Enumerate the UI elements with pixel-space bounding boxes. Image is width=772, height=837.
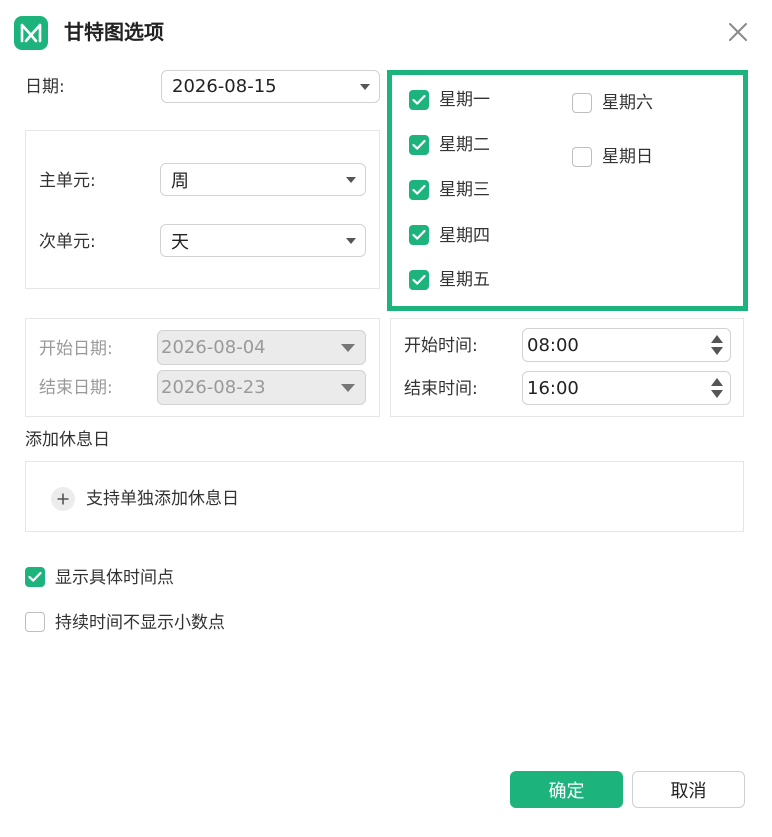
check-icon	[412, 184, 426, 195]
plus-icon[interactable]	[51, 487, 75, 511]
secondary-unit-value: 天	[171, 231, 189, 253]
add-holiday-link[interactable]: 支持单独添加休息日	[86, 487, 239, 511]
holiday-section-label: 添加休息日	[25, 430, 110, 450]
weekday-label-sat: 星期六	[602, 93, 653, 113]
no-decimal-checkbox[interactable]	[25, 612, 45, 632]
weekday-checkbox-sun[interactable]	[572, 147, 592, 167]
primary-unit-select[interactable]: 周	[160, 163, 366, 196]
arrow-down-icon[interactable]	[711, 390, 723, 398]
primary-unit-value: 周	[171, 170, 189, 192]
check-icon	[412, 229, 426, 240]
weekday-label-sun: 星期日	[602, 147, 653, 167]
chevron-down-icon	[341, 343, 355, 352]
chevron-down-icon	[346, 176, 356, 183]
weekday-checkbox-sat[interactable]	[572, 93, 592, 113]
date-select[interactable]: 2026-08-15	[161, 70, 380, 103]
no-decimal-label: 持续时间不显示小数点	[55, 613, 225, 633]
start-date-value: 2026-08-04	[161, 337, 266, 358]
start-time-label: 开始时间:	[404, 336, 478, 356]
show-time-checkbox[interactable]	[25, 567, 45, 587]
arrow-up-icon[interactable]	[711, 378, 723, 386]
start-time-value: 08:00	[527, 334, 579, 356]
date-value: 2026-08-15	[172, 76, 277, 97]
units-panel	[25, 130, 380, 289]
weekday-checkbox-wed[interactable]	[409, 180, 429, 200]
end-date-select[interactable]: 2026-08-23	[157, 370, 366, 405]
secondary-unit-select[interactable]: 天	[160, 224, 366, 257]
weekday-checkbox-mon[interactable]	[409, 90, 429, 110]
end-date-label: 结束日期:	[39, 378, 113, 398]
chevron-down-icon	[341, 383, 355, 392]
app-logo-icon	[14, 16, 48, 50]
chevron-down-icon	[346, 237, 356, 244]
weekday-label-thu: 星期四	[439, 226, 490, 246]
start-time-stepper[interactable]: 08:00	[522, 328, 731, 362]
close-icon[interactable]	[726, 20, 750, 44]
weekday-label-tue: 星期二	[439, 135, 490, 155]
arrow-up-icon[interactable]	[711, 335, 723, 343]
cancel-button[interactable]: 取消	[632, 771, 745, 808]
chevron-down-icon	[360, 83, 370, 90]
end-time-label: 结束时间:	[404, 379, 478, 399]
secondary-unit-label: 次单元:	[39, 232, 96, 252]
check-icon	[412, 139, 426, 150]
ok-button[interactable]: 确定	[510, 771, 623, 808]
weekday-checkbox-thu[interactable]	[409, 225, 429, 245]
weekday-checkbox-fri[interactable]	[409, 270, 429, 290]
start-date-select[interactable]: 2026-08-04	[157, 330, 366, 365]
date-label: 日期:	[25, 77, 65, 97]
end-date-value: 2026-08-23	[161, 377, 266, 398]
end-time-stepper[interactable]: 16:00	[522, 371, 731, 405]
check-icon	[28, 571, 42, 582]
weekday-label-mon: 星期一	[439, 90, 490, 110]
start-date-label: 开始日期:	[39, 339, 113, 359]
dialog-title: 甘特图选项	[64, 20, 164, 44]
check-icon	[412, 94, 426, 105]
weekday-label-wed: 星期三	[439, 180, 490, 200]
weekday-checkbox-tue[interactable]	[409, 135, 429, 155]
weekday-label-fri: 星期五	[439, 270, 490, 290]
show-time-label: 显示具体时间点	[55, 568, 174, 588]
end-time-value: 16:00	[527, 377, 579, 399]
primary-unit-label: 主单元:	[39, 171, 96, 191]
check-icon	[412, 274, 426, 285]
arrow-down-icon[interactable]	[711, 347, 723, 355]
